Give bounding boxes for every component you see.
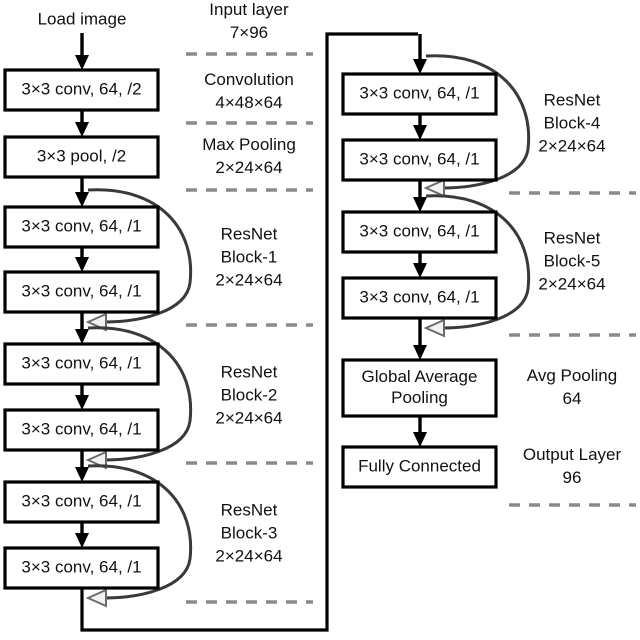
- box-label-line: 3×3 conv, 64, /1: [21, 491, 141, 510]
- box-label-line: Fully Connected: [358, 456, 481, 475]
- right-stage-labels: ResNet Block-4 2×24×64 ResNet Block-5 2×24×64…: [523, 90, 622, 487]
- stage-label-line: ResNet: [544, 90, 601, 109]
- stage-label-line: 64: [563, 389, 582, 408]
- stage-label-avgpooling: Avg Pooling 64: [527, 366, 617, 408]
- stage-label-resblock3: ResNet Block-3 2×24×64: [215, 500, 282, 565]
- left-skip-connections: [85, 188, 193, 608]
- box-label-line: 3×3 conv, 64, /2: [21, 79, 141, 98]
- load-image-caption: Load image: [38, 9, 127, 28]
- arrow-b5c2-gap: [413, 318, 427, 360]
- layer-box-b5c2: 3×3 conv, 64, /1: [341, 276, 498, 320]
- stage-label-line: ResNet: [221, 224, 278, 243]
- layer-box-b5c1: 3×3 conv, 64, /1: [341, 210, 498, 254]
- stage-label-line: Max Pooling: [202, 135, 296, 154]
- box-label-line: 3×3 conv, 64, /1: [21, 353, 141, 372]
- left-stage-labels: Input layer 7×96 Convolution 4×48×64 Max Poo…: [202, 0, 296, 565]
- stage-label-input: Input layer 7×96: [209, 0, 289, 42]
- stage-label-line: Block-3: [221, 523, 278, 542]
- stage-label-line: Block-5: [544, 251, 601, 270]
- box-label-line: 3×3 conv, 64, /1: [359, 149, 479, 168]
- layer-box-pool1: 3×3 pool, /2: [3, 135, 160, 179]
- stage-label-line: Block-1: [221, 247, 278, 266]
- layer-box-b4c2: 3×3 conv, 64, /1: [341, 138, 498, 182]
- stage-label-line: 2×24×64: [215, 270, 282, 289]
- stage-label-line: 7×96: [230, 23, 268, 42]
- arrow-b3c1-b3c2: [75, 522, 89, 548]
- box-label-line: Global Average: [362, 367, 478, 386]
- stage-label-line: 96: [563, 468, 582, 487]
- layer-box-b1c1: 3×3 conv, 64, /1: [3, 205, 160, 249]
- arrow-b2c1-b2c2: [75, 384, 89, 410]
- box-label-line: 3×3 conv, 64, /1: [21, 216, 141, 235]
- stage-label-resblock1: ResNet Block-1 2×24×64: [215, 224, 282, 289]
- arrow-b5c1-b5c2: [413, 252, 427, 278]
- stage-label-line: Block-4: [544, 113, 601, 132]
- stage-label-line: Convolution: [204, 70, 294, 89]
- stage-label-resblock5: ResNet Block-5 2×24×64: [538, 228, 605, 293]
- box-label-line: 3×3 conv, 64, /1: [359, 83, 479, 102]
- stage-label-line: ResNet: [544, 228, 601, 247]
- box-label-line: 3×3 pool, /2: [37, 146, 126, 165]
- stage-label-line: 2×24×64: [538, 274, 605, 293]
- box-label-line: 3×3 conv, 64, /1: [21, 281, 141, 300]
- diagram-canvas: 3×3 conv, 64, /2 3×3 pool, /2 3×3 conv, 64…: [3, 0, 636, 632]
- arrow-b4c2-b5c1: [413, 180, 427, 212]
- layer-box-fc: Fully Connected: [341, 445, 498, 489]
- box-label-line: Pooling: [391, 388, 448, 407]
- layer-box-b3c1: 3×3 conv, 64, /1: [3, 480, 160, 524]
- stage-label-line: 4×48×64: [215, 93, 282, 112]
- layer-box-b3c2: 3×3 conv, 64, /1: [3, 546, 160, 590]
- stage-label-maxpooling: Max Pooling 2×24×64: [202, 135, 296, 177]
- arrow-b1c2-b2c1: [75, 312, 89, 344]
- architecture-diagram: 3×3 conv, 64, /2 3×3 pool, /2 3×3 conv, 64…: [0, 0, 640, 640]
- arrow-b4c1-b4c2: [413, 114, 427, 140]
- stage-label-line: 2×24×64: [215, 408, 282, 427]
- layer-box-b2c2: 3×3 conv, 64, /1: [3, 408, 160, 452]
- layer-box-conv1: 3×3 conv, 64, /2: [3, 68, 160, 112]
- stage-label-line: ResNet: [221, 362, 278, 381]
- arrow-conv1-pool1: [75, 110, 89, 137]
- stage-label-line: Avg Pooling: [527, 366, 617, 385]
- stage-label-resblock4: ResNet Block-4 2×24×64: [538, 90, 605, 155]
- stage-label-line: 2×24×64: [215, 158, 282, 177]
- stage-label-line: Output Layer: [523, 445, 622, 464]
- stage-label-line: 2×24×64: [215, 546, 282, 565]
- stage-label-line: ResNet: [221, 500, 278, 519]
- arrow-b2c2-b3c1: [75, 450, 89, 482]
- stage-label-line: 2×24×64: [538, 136, 605, 155]
- arrow-pool1-b1c1: [75, 177, 89, 207]
- stage-label-outputlayer: Output Layer 96: [523, 445, 622, 487]
- stage-label-resblock2: ResNet Block-2 2×24×64: [215, 362, 282, 427]
- box-label-line: 3×3 conv, 64, /1: [21, 557, 141, 576]
- box-label-line: 3×3 conv, 64, /1: [359, 221, 479, 240]
- stage-label-convolution: Convolution 4×48×64: [204, 70, 294, 112]
- box-label-line: 3×3 conv, 64, /1: [21, 419, 141, 438]
- box-label-line: 3×3 conv, 64, /1: [359, 287, 479, 306]
- layer-box-b2c1: 3×3 conv, 64, /1: [3, 342, 160, 386]
- layer-box-b1c2: 3×3 conv, 64, /1: [3, 270, 160, 314]
- layer-box-b4c1: 3×3 conv, 64, /1: [341, 72, 498, 116]
- arrow-b1c1-b1c2: [75, 247, 89, 272]
- stage-label-line: Block-2: [221, 385, 278, 404]
- layer-box-gap: Global Average Pooling: [341, 358, 498, 418]
- entry-arrow: [75, 33, 89, 70]
- stage-label-line: Input layer: [209, 0, 289, 19]
- arrow-gap-fc: [413, 416, 427, 447]
